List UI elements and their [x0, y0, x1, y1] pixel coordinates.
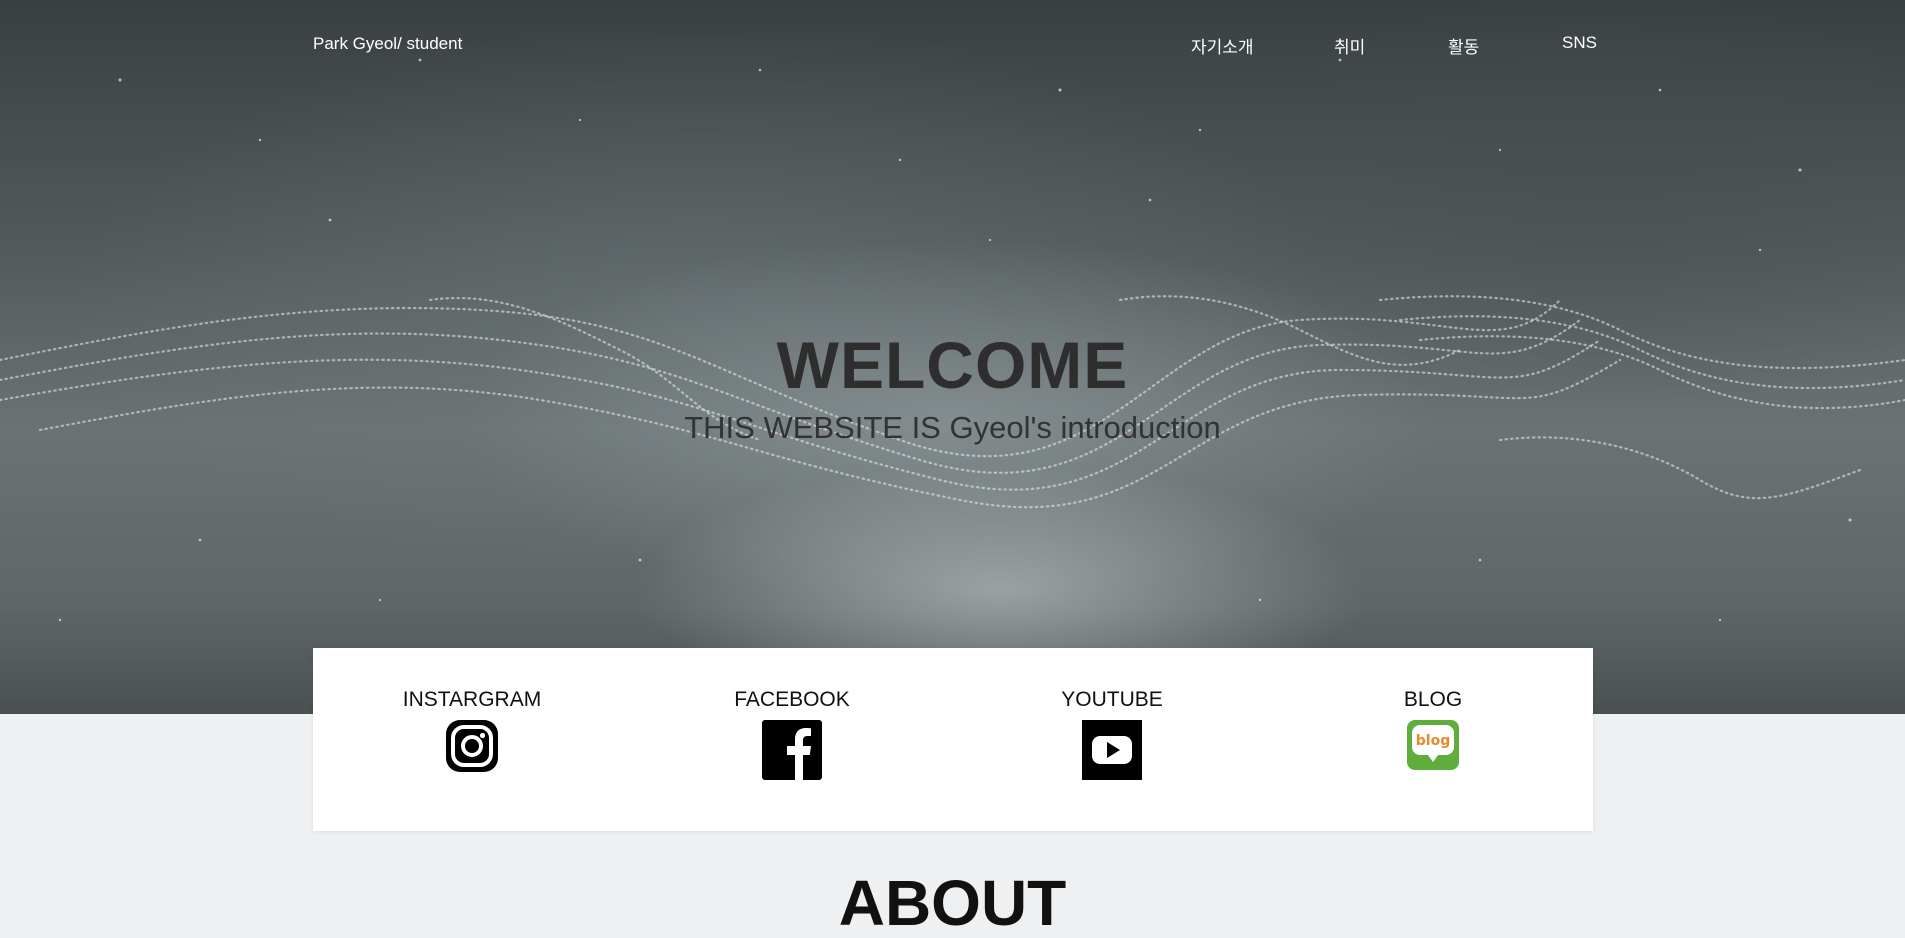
sns-item-youtube[interactable]: YOUTUBE — [1012, 686, 1212, 785]
hero-section: Park Gyeol/ student 자기소개 취미 활동 SNS WELCO… — [0, 0, 1905, 714]
sns-label-youtube: YOUTUBE — [1061, 688, 1163, 711]
hero-subtitle: THIS WEBSITE IS Gyeol's introduction — [684, 410, 1221, 445]
blog-icon[interactable]: blog — [1406, 720, 1460, 777]
sns-label-blog: BLOG — [1403, 688, 1463, 711]
hero-title: WELCOME — [776, 328, 1129, 402]
top-navigation: Park Gyeol/ student 자기소개 취미 활동 SNS — [0, 0, 1905, 88]
sns-item-facebook[interactable]: FACEBOOK — [692, 686, 892, 785]
nav-item-sns[interactable]: SNS — [1562, 33, 1597, 53]
sns-item-instagram[interactable]: INSTARGRAM — [372, 686, 572, 777]
about-heading: ABOUT — [838, 867, 1067, 938]
sns-card: INSTARGRAM FACEBOOK YOUTUBE BLOG blog — [313, 648, 1593, 831]
sns-label-facebook: FACEBOOK — [734, 688, 850, 711]
sns-item-blog[interactable]: BLOG blog — [1333, 686, 1533, 777]
youtube-icon[interactable] — [1082, 720, 1142, 785]
nav-item-hobby[interactable]: 취미 — [1334, 33, 1365, 58]
sns-label-instagram: INSTARGRAM — [402, 688, 542, 711]
nav-item-activity[interactable]: 활동 — [1448, 33, 1479, 58]
svg-text:blog: blog — [1416, 733, 1450, 749]
site-brand[interactable]: Park Gyeol/ student — [313, 34, 462, 54]
instagram-icon[interactable] — [445, 720, 499, 777]
facebook-icon[interactable] — [762, 720, 822, 785]
nav-item-intro[interactable]: 자기소개 — [1191, 33, 1254, 58]
